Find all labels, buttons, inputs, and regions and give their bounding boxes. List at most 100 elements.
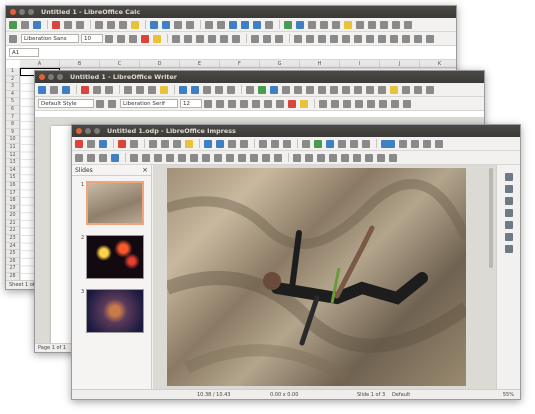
comment-icon[interactable] [390, 85, 398, 94]
start-from-first-slide-icon[interactable] [399, 139, 407, 148]
row-header[interactable]: 4 [6, 91, 19, 99]
endnote-icon[interactable] [354, 85, 362, 94]
copy-icon[interactable] [136, 85, 144, 94]
insert-image-icon[interactable] [314, 139, 322, 148]
align-center-icon[interactable] [331, 99, 339, 108]
merge-center-icon[interactable] [232, 34, 240, 43]
filter-icon[interactable] [365, 153, 373, 162]
slide-thumbnail-1[interactable] [86, 181, 144, 225]
basic-shapes-icon[interactable] [426, 85, 434, 94]
decrease-indent-icon[interactable] [403, 99, 411, 108]
find-replace-icon[interactable] [174, 20, 182, 29]
open-icon[interactable] [21, 20, 29, 29]
fill-color-icon[interactable] [111, 153, 119, 162]
line-icon[interactable] [414, 85, 422, 94]
animation-icon[interactable] [504, 197, 513, 205]
row-header[interactable]: 13 [6, 159, 19, 167]
slide-thumbnail-3[interactable] [86, 289, 144, 333]
border-style-icon[interactable] [402, 34, 410, 43]
export-pdf-icon[interactable] [52, 20, 60, 29]
column-header[interactable]: E [180, 60, 220, 67]
special-character-icon[interactable] [350, 139, 358, 148]
fontwork-icon[interactable] [362, 139, 370, 148]
cut-icon[interactable] [149, 139, 157, 148]
new-style-icon[interactable] [108, 99, 116, 108]
new-slide-icon[interactable] [423, 139, 431, 148]
number-format-icon[interactable] [318, 34, 326, 43]
conditional-format-icon[interactable] [426, 34, 434, 43]
export-pdf-icon[interactable] [81, 85, 89, 94]
row-header[interactable]: 11 [6, 144, 19, 152]
slides-pane[interactable]: Slides × 1 2 3 [72, 165, 152, 389]
transformations-icon[interactable] [377, 153, 385, 162]
currency-icon[interactable] [294, 34, 302, 43]
align-center-icon[interactable] [184, 34, 192, 43]
increase-indent-icon[interactable] [391, 99, 399, 108]
italic-icon[interactable] [216, 99, 224, 108]
column-header[interactable]: H [300, 60, 340, 67]
row-header[interactable]: 18 [6, 197, 19, 205]
subscript-icon[interactable] [264, 99, 272, 108]
row-header[interactable]: 15 [6, 174, 19, 182]
row-header[interactable]: 14 [6, 167, 19, 175]
row-header[interactable]: 2 [6, 76, 19, 84]
row-header[interactable]: 10 [6, 136, 19, 144]
redo-icon[interactable] [216, 139, 224, 148]
undo-icon[interactable] [150, 20, 158, 29]
row-header[interactable]: 6 [6, 106, 19, 114]
paste-icon[interactable] [173, 139, 181, 148]
zoom-pan-icon[interactable] [283, 139, 291, 148]
column-header[interactable]: C [100, 60, 140, 67]
close-icon[interactable] [76, 128, 82, 134]
master-slides-icon[interactable] [504, 209, 513, 217]
zoom-icon[interactable] [87, 153, 95, 162]
align-objects-icon[interactable] [305, 153, 313, 162]
sort-icon[interactable] [229, 20, 237, 29]
redo-icon[interactable] [191, 85, 199, 94]
row-header[interactable]: 22 [6, 227, 19, 236]
toggle-extrusion-icon[interactable] [389, 153, 397, 162]
maximize-icon[interactable] [57, 74, 63, 80]
hyperlink-icon[interactable] [332, 20, 340, 29]
delete-decimal-icon[interactable] [354, 34, 362, 43]
stars-icon[interactable] [262, 153, 270, 162]
print-preview-icon[interactable] [105, 85, 113, 94]
insert-textbox-icon[interactable] [282, 85, 290, 94]
special-character-icon[interactable] [320, 20, 328, 29]
decrease-indent-icon[interactable] [378, 34, 386, 43]
column-header[interactable]: A [20, 60, 60, 67]
row-header[interactable]: 17 [6, 190, 19, 198]
close-icon[interactable] [39, 74, 45, 80]
column-header[interactable]: B [60, 60, 100, 67]
row-header[interactable]: 23 [6, 235, 19, 243]
freeze-rows-icon[interactable] [380, 20, 388, 29]
calc-titlebar[interactable]: Untitled 1 - LibreOffice Calc [6, 6, 456, 18]
percent-icon[interactable] [306, 34, 314, 43]
column-header[interactable]: J [380, 60, 420, 67]
image-icon[interactable] [284, 20, 292, 29]
zoom-level[interactable]: 55% [503, 390, 514, 399]
undo-icon[interactable] [179, 85, 187, 94]
insert-textbox-icon[interactable] [338, 139, 346, 148]
navigator-icon[interactable] [504, 245, 513, 253]
clone-formatting-icon[interactable] [160, 85, 168, 94]
impress-window[interactable]: Untitled 1.odp - LibreOffice Impress Sli… [71, 124, 521, 400]
new-spreadsheet-icon[interactable] [9, 20, 17, 29]
split-window-icon[interactable] [392, 20, 400, 29]
minimize-icon[interactable] [48, 74, 54, 80]
helplines-icon[interactable] [271, 139, 279, 148]
column-header[interactable]: K [420, 60, 456, 67]
align-bottom-icon[interactable] [275, 34, 283, 43]
comment-icon[interactable] [344, 20, 352, 29]
block-arrows-icon[interactable] [226, 153, 234, 162]
font-size-box[interactable]: 12 [180, 99, 202, 108]
row-icon[interactable] [205, 20, 213, 29]
text-icon[interactable] [99, 153, 107, 162]
connector-icon[interactable] [190, 153, 198, 162]
align-right-icon[interactable] [343, 99, 351, 108]
column-header[interactable]: D [140, 60, 180, 67]
font-name-box[interactable]: Liberation Sans [21, 34, 79, 43]
print-icon[interactable] [130, 139, 138, 148]
distribute-icon[interactable] [329, 153, 337, 162]
row-header[interactable]: 8 [6, 121, 19, 129]
